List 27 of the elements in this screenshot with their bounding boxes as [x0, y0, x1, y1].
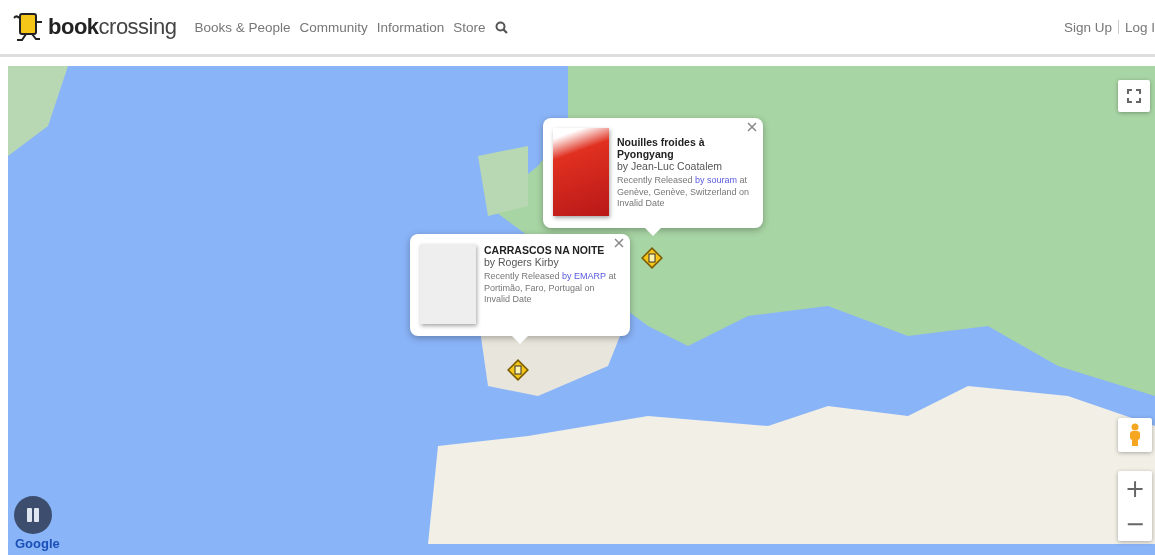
release-info: Recently Released by EMARP at Portimão, Faro, Portugal on Invalid Date	[484, 271, 617, 307]
sign-up-link[interactable]: Sign Up	[1063, 19, 1112, 35]
fullscreen-button[interactable]	[1118, 80, 1150, 112]
nav-link[interactable]: Books & People	[194, 19, 291, 35]
zoom-in-button[interactable]: +	[1118, 471, 1152, 506]
zoom-out-button[interactable]: −	[1118, 506, 1152, 541]
pause-icon	[26, 507, 40, 523]
nav-link[interactable]: Store	[453, 19, 486, 35]
map-attribution: Google	[15, 536, 60, 551]
log-in-link[interactable]: Log I	[1124, 19, 1155, 35]
site-logo-text[interactable]: bookcrossing	[48, 14, 177, 40]
nav-link[interactable]: Community	[299, 19, 368, 35]
nav-link[interactable]: Information	[376, 19, 445, 35]
close-button[interactable]	[612, 236, 626, 250]
pegman-icon	[1128, 423, 1142, 447]
book-title: Nouilles froides à Pyongyang	[617, 136, 706, 160]
close-button[interactable]	[745, 120, 759, 134]
close-icon	[745, 120, 759, 134]
releaser-link[interactable]: by souram	[695, 175, 738, 185]
book-title: CARRASCOS NA NOITE	[484, 244, 606, 256]
book-author: by Rogers Kirby	[484, 256, 560, 268]
release-info: Recently Released by souram at Genève, Genève, Switzerland on Invalid Date	[617, 175, 751, 211]
close-icon	[612, 236, 626, 250]
search-icon[interactable]	[494, 20, 508, 34]
fullscreen-icon	[1127, 89, 1141, 103]
releaser-link[interactable]: by EMARP	[562, 271, 606, 281]
book-author: by Jean-Luc Coatalem	[617, 160, 724, 172]
